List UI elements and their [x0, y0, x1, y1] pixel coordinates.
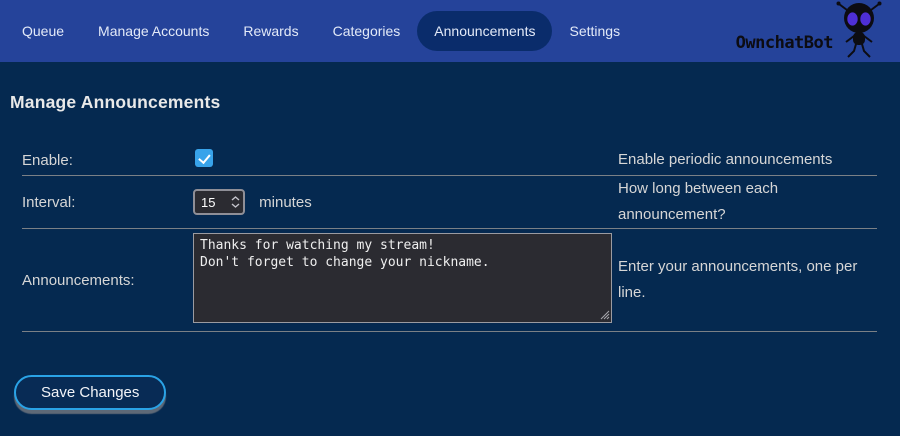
page-title: Manage Announcements: [10, 92, 900, 113]
interval-label: Interval:: [22, 194, 193, 211]
enable-checkbox[interactable]: [195, 149, 213, 167]
announcements-control-cell: Thanks for watching my stream! Don't for…: [193, 233, 618, 327]
announcements-help-text: Enter your announcements, one per line.: [618, 254, 877, 306]
save-changes-button[interactable]: Save Changes: [14, 375, 166, 410]
announcements-form: Enable: Enable periodic announcements In…: [22, 145, 877, 332]
interval-help-text: How long between each announcement?: [618, 176, 877, 228]
nav-item-queue[interactable]: Queue: [5, 11, 81, 51]
enable-label: Enable:: [22, 152, 193, 169]
robot-mascot-icon: [834, 1, 884, 58]
logo-text: OwnchatBot: [736, 33, 833, 53]
enable-control-cell: [193, 149, 618, 171]
spinner-up-icon[interactable]: [231, 196, 240, 201]
nav-item-rewards[interactable]: Rewards: [226, 11, 315, 51]
navbar: Queue Manage Accounts Rewards Categories…: [0, 0, 900, 62]
nav-item-announcements[interactable]: Announcements: [417, 11, 552, 51]
announcements-label: Announcements:: [22, 272, 193, 289]
nav-item-manage-accounts[interactable]: Manage Accounts: [81, 11, 226, 51]
enable-help-text: Enable periodic announcements: [618, 147, 877, 173]
nav-item-settings[interactable]: Settings: [552, 11, 637, 51]
form-row-announcements: Announcements: Thanks for watching my st…: [22, 229, 877, 332]
ownchatbot-logo: OwnchatBot: [736, 0, 884, 62]
interval-control-cell: minutes: [193, 189, 618, 215]
nav-item-categories[interactable]: Categories: [316, 11, 418, 51]
interval-unit-label: minutes: [259, 194, 312, 211]
spinner-down-icon[interactable]: [231, 203, 240, 208]
announcements-textarea[interactable]: Thanks for watching my stream! Don't for…: [193, 233, 612, 323]
form-row-enable: Enable: Enable periodic announcements: [22, 145, 877, 176]
form-row-interval: Interval: minutes How long between each …: [22, 176, 877, 229]
interval-stepper[interactable]: [231, 189, 240, 215]
